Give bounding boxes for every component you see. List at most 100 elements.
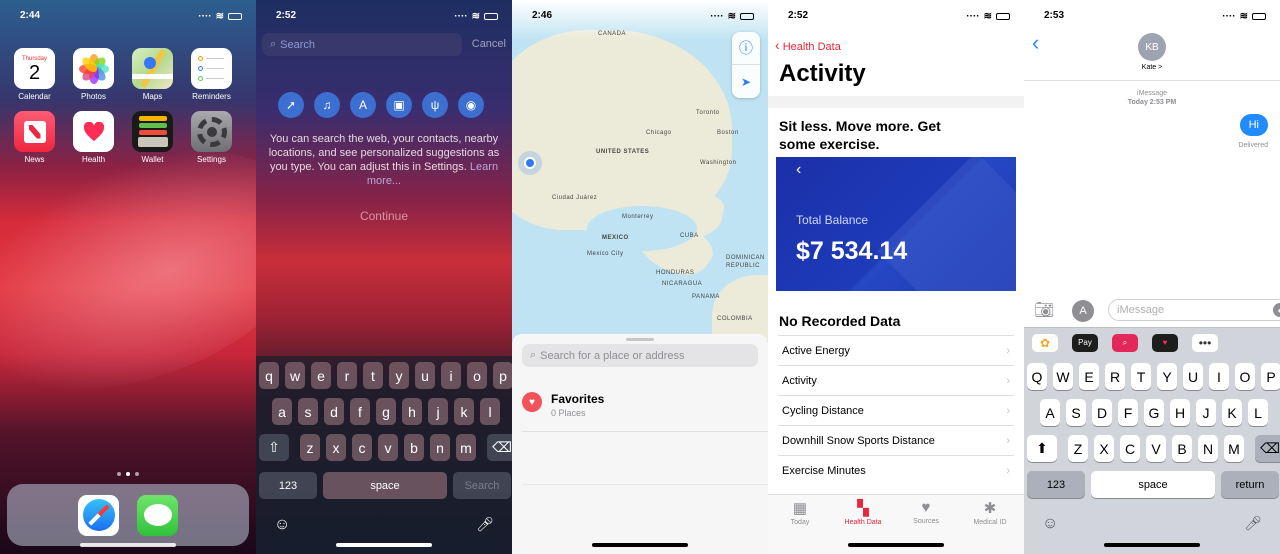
list-item[interactable]: Cycling Distance ›	[778, 395, 1014, 425]
home-indicator[interactable]	[848, 543, 944, 547]
key[interactable]: F	[1118, 399, 1138, 426]
key[interactable]: S	[1066, 399, 1086, 426]
messages-bubble-icon[interactable]	[137, 494, 178, 536]
current-location-dot[interactable]	[524, 157, 536, 169]
sheet-grabber[interactable]	[626, 338, 654, 341]
list-item[interactable]: Downhill Snow Sports Distance ›	[778, 425, 1014, 455]
numbers-key[interactable]: 123	[1027, 471, 1085, 498]
tab-health-data[interactable]: ▚ Health Data	[833, 499, 893, 526]
chevron-left-icon[interactable]: ‹	[796, 161, 801, 179]
key[interactable]: k	[454, 398, 474, 425]
key[interactable]: B	[1172, 435, 1192, 462]
backspace-key-icon[interactable]: ⌫	[487, 434, 512, 461]
key[interactable]: j	[428, 398, 448, 425]
key[interactable]: R	[1105, 363, 1125, 390]
key[interactable]: b	[404, 434, 424, 461]
key[interactable]: i	[441, 362, 461, 389]
app-settings[interactable]: Settings	[191, 111, 232, 164]
key[interactable]: c	[352, 434, 372, 461]
return-key[interactable]: return	[1221, 471, 1279, 498]
app-photos[interactable]: Photos	[73, 48, 114, 101]
app-reminders[interactable]: Reminders	[191, 48, 232, 101]
key[interactable]: d	[324, 398, 344, 425]
back-button[interactable]: ‹ Health Data	[775, 37, 841, 53]
key[interactable]: L	[1248, 399, 1268, 426]
search-input[interactable]: ⌕ Search for a place or address	[522, 344, 758, 367]
key[interactable]: h	[402, 398, 422, 425]
apple-pay-icon[interactable]: Pay	[1072, 333, 1098, 352]
key[interactable]: C	[1120, 435, 1140, 462]
key[interactable]: M	[1224, 435, 1244, 462]
backspace-key-icon[interactable]: ⌫	[1255, 435, 1280, 462]
info-icon[interactable]: ⓘ	[732, 32, 760, 65]
app-health[interactable]: Health	[73, 111, 114, 164]
globe-icon[interactable]: ◉	[458, 92, 484, 118]
key[interactable]: y	[389, 362, 409, 389]
key[interactable]: z	[300, 434, 320, 461]
app-store-icon[interactable]: A	[350, 92, 376, 118]
app-maps[interactable]: Maps	[132, 48, 173, 101]
favorites-item[interactable]: ♥ Favorites 0 Places	[522, 392, 604, 418]
key[interactable]: t	[363, 362, 383, 389]
key[interactable]: A	[1040, 399, 1060, 426]
key[interactable]: a	[272, 398, 292, 425]
fork-knife-icon[interactable]: ψ	[422, 92, 448, 118]
home-indicator[interactable]	[592, 543, 688, 547]
key[interactable]: T	[1131, 363, 1151, 390]
space-key[interactable]: space	[323, 472, 447, 499]
home-indicator[interactable]	[336, 543, 432, 547]
camera-icon[interactable]: 📷︎	[1034, 300, 1054, 320]
list-item[interactable]: Active Energy ›	[778, 335, 1014, 365]
key[interactable]: X	[1094, 435, 1114, 462]
app-calendar[interactable]: Thursday 2 Calendar	[14, 48, 55, 101]
home-indicator[interactable]	[1104, 543, 1200, 547]
image-search-icon[interactable]: ⌕	[1112, 333, 1138, 352]
key[interactable]: v	[378, 434, 398, 461]
key[interactable]: r	[337, 362, 357, 389]
more-icon[interactable]: •••	[1192, 333, 1218, 352]
key[interactable]: H	[1170, 399, 1190, 426]
continue-button[interactable]: Continue	[256, 209, 512, 223]
ad-banner[interactable]: ‹ Total Balance $7 534.14	[776, 157, 1016, 291]
key[interactable]: J	[1196, 399, 1216, 426]
page-dots[interactable]	[0, 472, 256, 476]
search-input[interactable]: ⌕ Search	[262, 33, 462, 56]
home-indicator[interactable]	[80, 543, 176, 547]
key[interactable]: m	[456, 434, 476, 461]
microphone-icon[interactable]: 🎤︎	[1244, 515, 1262, 532]
key[interactable]: W	[1053, 363, 1073, 390]
emoji-icon[interactable]: ☺	[274, 516, 290, 534]
cancel-button[interactable]: Cancel	[472, 38, 506, 50]
key[interactable]: N	[1198, 435, 1218, 462]
back-chevron-icon[interactable]: ‹	[1032, 30, 1039, 56]
key[interactable]: Y	[1157, 363, 1177, 390]
key[interactable]: f	[350, 398, 370, 425]
key[interactable]: V	[1146, 435, 1166, 462]
microphone-icon[interactable]: 🎤︎	[476, 516, 494, 533]
app-wallet[interactable]: Wallet	[132, 111, 173, 164]
shift-key-icon[interactable]: ⇧	[259, 434, 289, 461]
safari-compass-icon[interactable]	[78, 494, 119, 536]
key[interactable]: q	[259, 362, 279, 389]
compass-icon[interactable]: ➚	[278, 92, 304, 118]
key[interactable]: P	[1261, 363, 1280, 390]
key[interactable]: x	[326, 434, 346, 461]
emoji-icon[interactable]: ☺	[1042, 515, 1058, 533]
app-store-icon[interactable]: A	[1072, 300, 1094, 322]
music-note-icon[interactable]: ♫	[314, 92, 340, 118]
key[interactable]: Z	[1068, 435, 1088, 462]
photos-icon[interactable]: ✿	[1032, 333, 1058, 352]
message-input[interactable]: iMessage●	[1108, 299, 1280, 321]
key[interactable]: l	[480, 398, 500, 425]
tab-medical-id[interactable]: ✱ Medical ID	[960, 499, 1020, 526]
key[interactable]: O	[1235, 363, 1255, 390]
shift-key-icon[interactable]: ⬆	[1027, 435, 1057, 462]
key[interactable]: Q	[1027, 363, 1047, 390]
numbers-key[interactable]: 123	[259, 472, 317, 499]
key[interactable]: U	[1183, 363, 1203, 390]
video-camera-icon[interactable]: ▣	[386, 92, 412, 118]
key[interactable]: n	[430, 434, 450, 461]
app-news[interactable]: News	[14, 111, 55, 164]
tab-today[interactable]: ▦ Today	[770, 499, 830, 526]
key[interactable]: w	[285, 362, 305, 389]
